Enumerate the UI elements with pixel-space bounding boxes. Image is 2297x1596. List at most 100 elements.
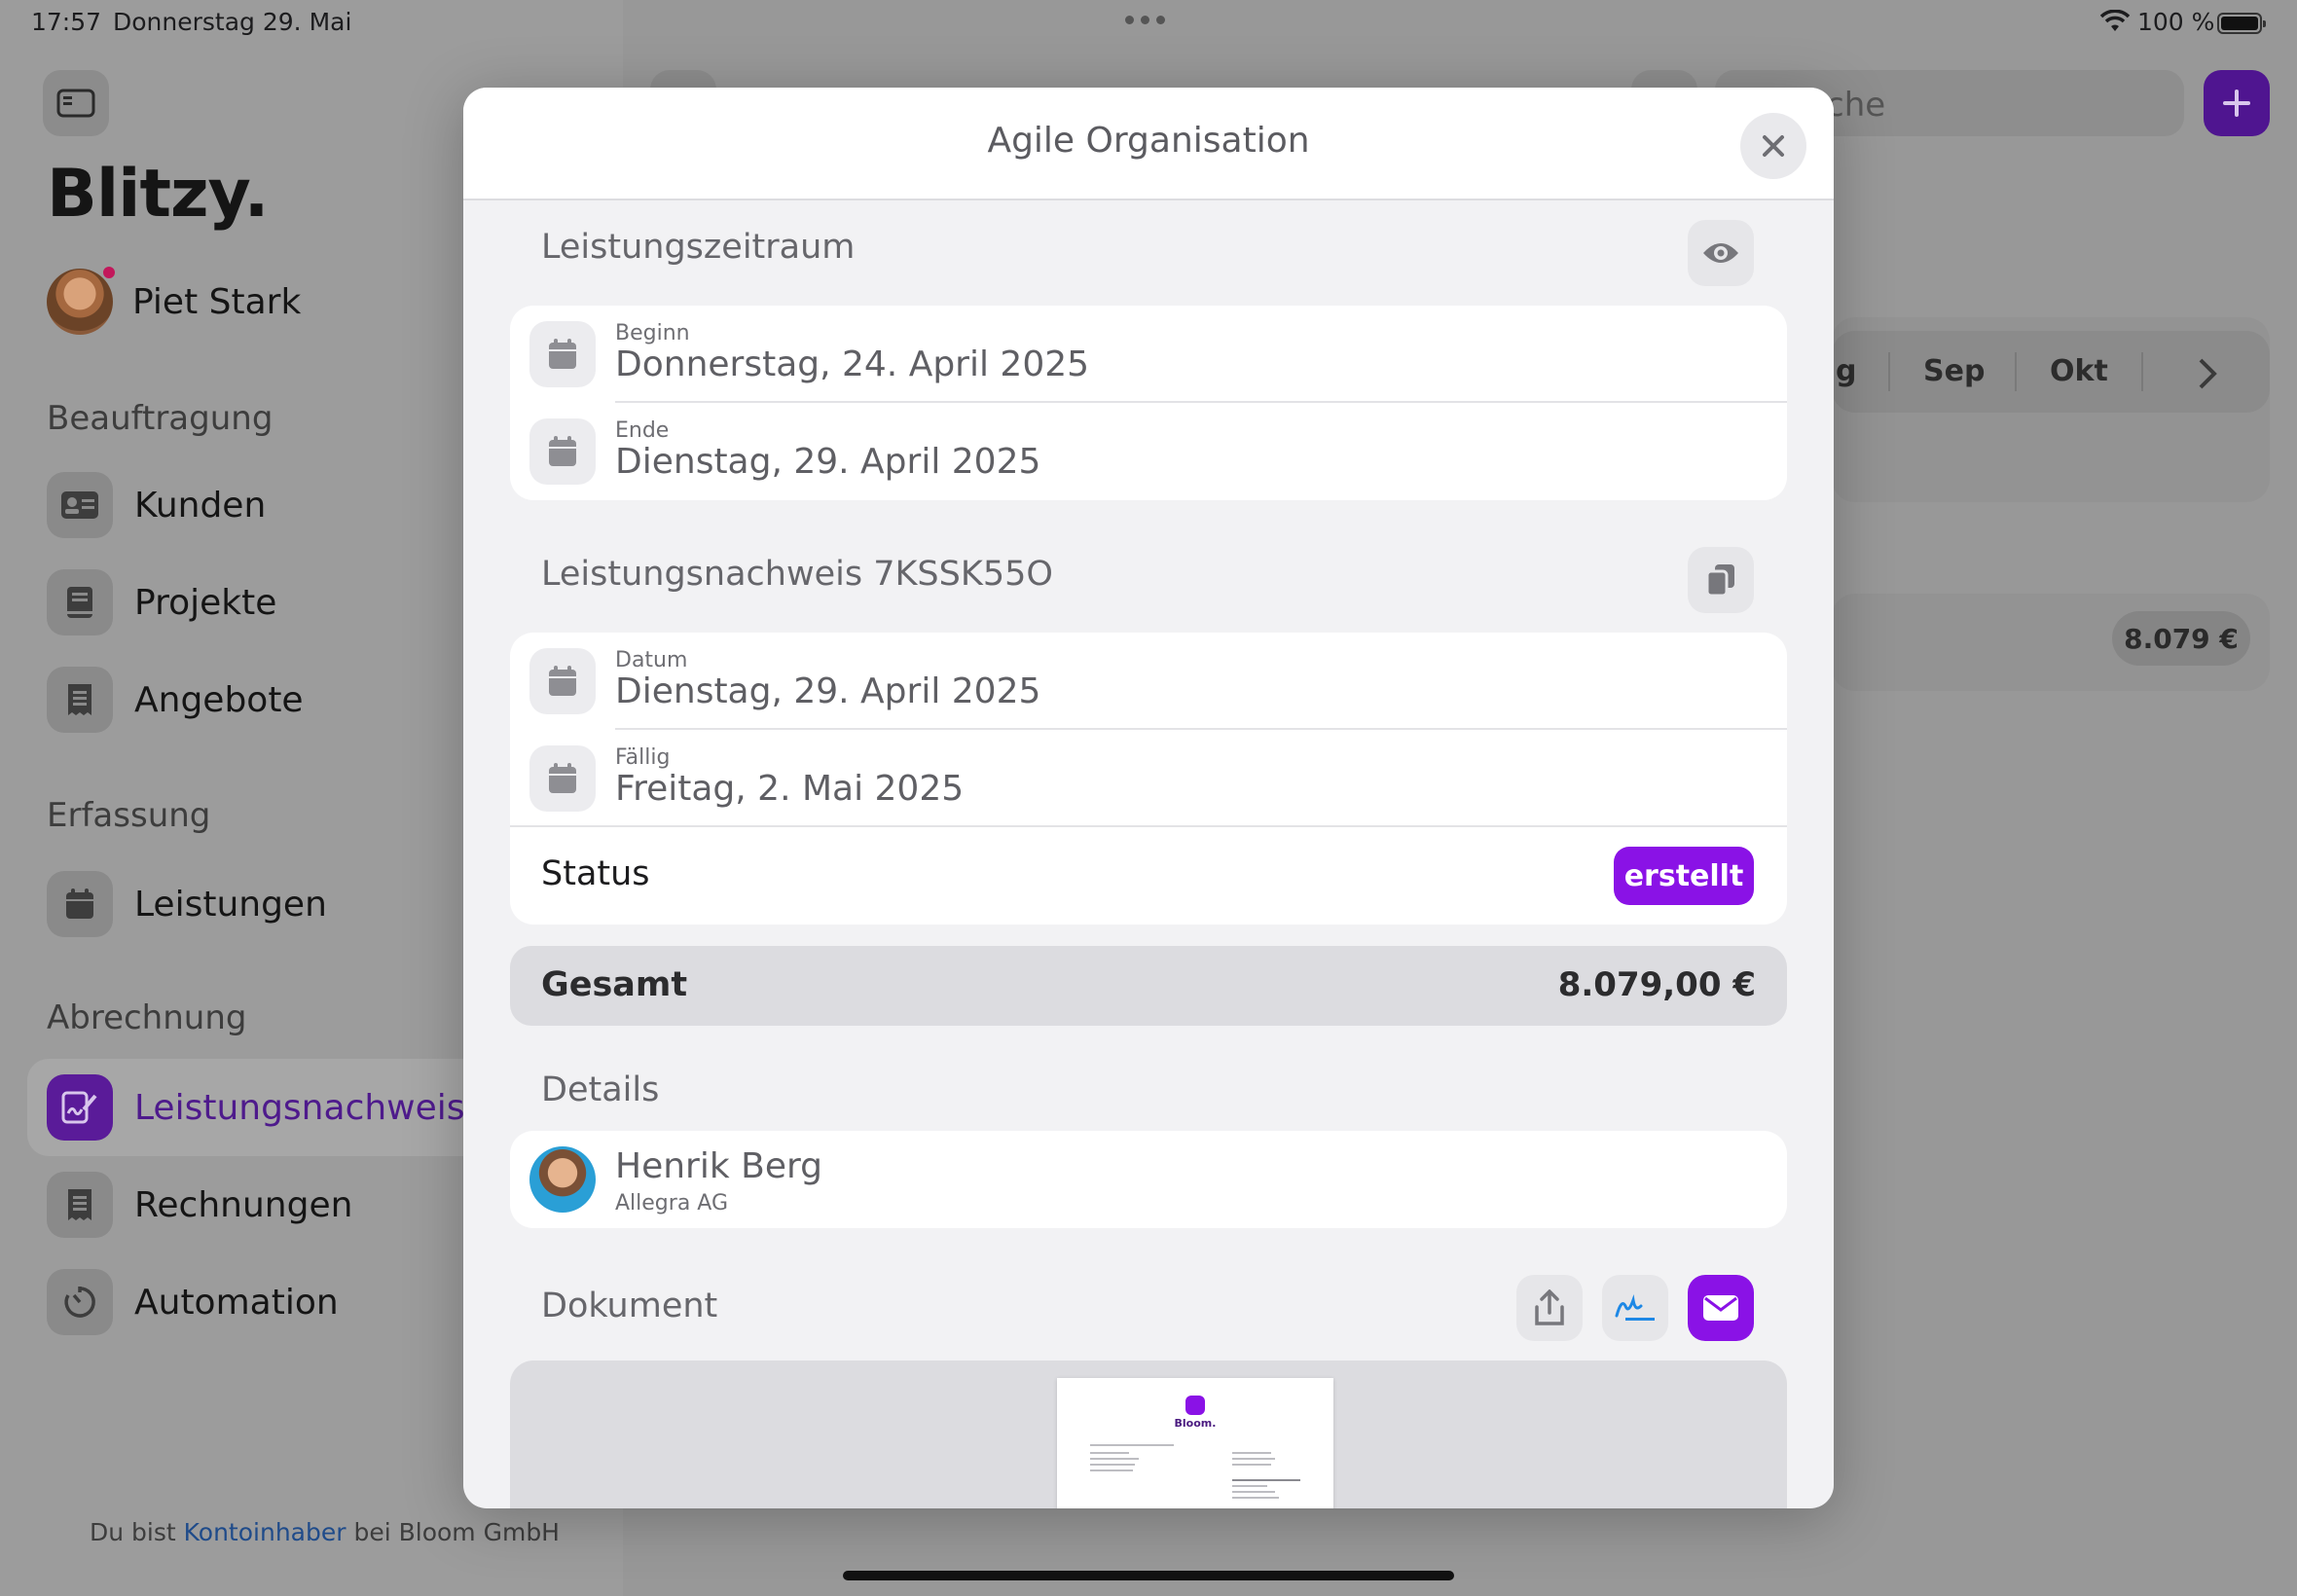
- end-date-row[interactable]: Ende Dienstag, 29. April 2025: [510, 403, 1787, 500]
- section-title-proof: Leistungsnachweis 7KSSK55O: [541, 555, 1053, 594]
- modal-header: Agile Organisation: [463, 88, 1834, 200]
- calendar-icon: [529, 745, 596, 812]
- contact-company: Allegra AG: [615, 1191, 729, 1215]
- add-button[interactable]: [2204, 70, 2270, 136]
- sidebar-item-rechnungen[interactable]: Rechnungen: [47, 1170, 352, 1240]
- calendar-icon: [529, 321, 596, 387]
- start-label: Beginn: [615, 321, 690, 345]
- contact-card[interactable]: Henrik Berg Allegra AG: [510, 1131, 1787, 1228]
- document-thumbnail[interactable]: Bloom.: [1057, 1378, 1333, 1508]
- start-date-row[interactable]: Beginn Donnerstag, 24. April 2025: [510, 306, 1787, 403]
- sidebar-toggle-button[interactable]: [43, 70, 109, 136]
- total-label: Gesamt: [541, 965, 688, 1004]
- status-bar: 17:57 Donnerstag 29. Mai 100 %: [0, 0, 2297, 47]
- sidebar-item-label: Leistungsnachweise: [134, 1087, 487, 1128]
- total-bar: Gesamt 8.079,00 €: [510, 946, 1787, 1026]
- envelope-icon: [1703, 1295, 1738, 1321]
- sidebar-item-automation[interactable]: Automation: [47, 1267, 339, 1337]
- calendar-icon: [47, 871, 113, 937]
- status-time: 17:57: [31, 8, 102, 36]
- status-label: Status: [541, 854, 650, 893]
- end-value: Dienstag, 29. April 2025: [615, 442, 1041, 482]
- sidebar-item-label: Angebote: [134, 679, 304, 720]
- contact-avatar: [529, 1146, 596, 1213]
- due-label: Fällig: [615, 745, 671, 770]
- plus-icon: [2223, 90, 2250, 117]
- proof-card: Datum Dienstag, 29. April 2025 Fällig Fr…: [510, 633, 1787, 925]
- section-beauftragung: Beauftragung: [47, 399, 273, 438]
- section-erfassung: Erfassung: [47, 796, 211, 835]
- section-title-period: Leistungszeitraum: [541, 228, 856, 267]
- book-icon: [47, 569, 113, 635]
- sidebar-item-angebote[interactable]: Angebote: [47, 665, 304, 735]
- sidebar-item-label: Automation: [134, 1282, 339, 1323]
- month-okt[interactable]: Okt: [2050, 354, 2108, 388]
- user-name: Piet Stark: [132, 281, 302, 322]
- section-title-details: Details: [541, 1070, 660, 1109]
- account-role-note: Du bist Kontoinhaber bei Bloom GmbH: [90, 1518, 560, 1546]
- share-icon: [1535, 1289, 1564, 1325]
- sidebar-item-leistungen[interactable]: Leistungen: [47, 869, 327, 939]
- signed-document-icon: [47, 1074, 113, 1141]
- sidebar-item-label: Projekte: [134, 582, 277, 623]
- due-date-row[interactable]: Fällig Freitag, 2. Mai 2025: [510, 730, 1787, 827]
- chevron-right-icon[interactable]: [2196, 356, 2219, 391]
- sidebar-item-label: Leistungen: [134, 884, 327, 925]
- sidebar-item-label: Kunden: [134, 485, 267, 526]
- end-label: Ende: [615, 418, 670, 443]
- sidebar-item-kunden[interactable]: Kunden: [47, 470, 266, 540]
- preview-button[interactable]: [1688, 220, 1754, 286]
- sidebar-item-projekte[interactable]: Projekte: [47, 567, 276, 637]
- contact-name: Henrik Berg: [615, 1146, 822, 1186]
- brand-logo: Blitzy.: [47, 156, 269, 233]
- calendar-icon: [529, 418, 596, 485]
- search-placeholder: che: [1826, 86, 1886, 125]
- date-value: Dienstag, 29. April 2025: [615, 671, 1041, 711]
- account-role-link[interactable]: Kontoinhaber: [184, 1518, 346, 1546]
- due-value: Freitag, 2. Mai 2025: [615, 769, 965, 809]
- date-label: Datum: [615, 648, 688, 672]
- user-profile[interactable]: Piet Stark: [47, 265, 302, 335]
- multitasking-dots-icon[interactable]: [1125, 16, 1165, 24]
- modal-title: Agile Organisation: [987, 121, 1310, 161]
- notification-dot: [101, 265, 117, 280]
- month-sep[interactable]: Sep: [1923, 354, 1985, 388]
- eye-icon: [1703, 243, 1738, 263]
- timer-icon: [47, 1269, 113, 1335]
- copy-button[interactable]: [1688, 547, 1754, 613]
- bloom-logo-icon: [1185, 1396, 1205, 1415]
- calendar-icon: [529, 648, 596, 714]
- home-indicator[interactable]: [843, 1571, 1454, 1580]
- detail-modal: Agile Organisation Leistungszeitraum Beg…: [463, 88, 1834, 1508]
- status-date: Donnerstag 29. Mai: [113, 8, 352, 36]
- receipt-icon: [47, 667, 113, 733]
- amount-badge: 8.079 €: [2112, 611, 2250, 666]
- wifi-icon: [2100, 10, 2130, 31]
- month-partial[interactable]: g: [1836, 354, 1856, 388]
- copy-icon: [1705, 564, 1734, 598]
- battery-percent: 100 %: [2137, 8, 2215, 36]
- sidebar-icon: [56, 89, 95, 118]
- total-value: 8.079,00 €: [1557, 965, 1756, 1004]
- close-icon: [1763, 135, 1784, 157]
- status-row[interactable]: Status erstellt: [510, 827, 1787, 925]
- signature-icon: [1615, 1294, 1655, 1321]
- status-badge[interactable]: erstellt: [1614, 847, 1754, 905]
- email-button[interactable]: [1688, 1275, 1754, 1341]
- receipt-icon: [47, 1172, 113, 1238]
- date-row[interactable]: Datum Dienstag, 29. April 2025: [510, 633, 1787, 730]
- sidebar-item-label: Rechnungen: [134, 1184, 353, 1225]
- section-abrechnung: Abrechnung: [47, 998, 247, 1037]
- document-preview-area[interactable]: Bloom.: [510, 1360, 1787, 1508]
- period-card: Beginn Donnerstag, 24. April 2025 Ende D…: [510, 306, 1787, 500]
- signature-button[interactable]: [1602, 1275, 1668, 1341]
- start-value: Donnerstag, 24. April 2025: [615, 345, 1090, 384]
- close-button[interactable]: [1740, 113, 1806, 179]
- document-logo-text: Bloom.: [1174, 1417, 1217, 1430]
- contact-card-icon: [47, 472, 113, 538]
- battery-icon: [2217, 13, 2266, 34]
- section-title-document: Dokument: [541, 1287, 718, 1325]
- sidebar-item-leistungsnachweise[interactable]: Leistungsnachweise: [47, 1072, 487, 1143]
- share-button[interactable]: [1516, 1275, 1583, 1341]
- avatar: [47, 265, 117, 335]
